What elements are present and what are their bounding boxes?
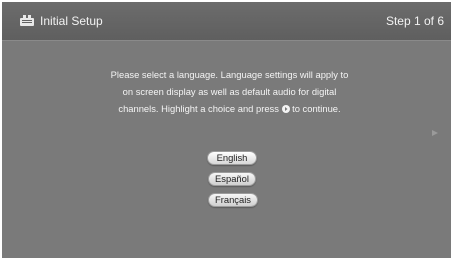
header-bar: Initial Setup Step 1 of 6: [2, 2, 451, 41]
instructions-line-1: Please select a language. Language setti…: [110, 69, 349, 80]
next-arrow-icon[interactable]: [431, 129, 439, 137]
instructions-line-3-start: channels. Highlight a choice and press: [118, 103, 279, 114]
language-option-english[interactable]: English: [207, 151, 257, 165]
language-option-francais[interactable]: Français: [208, 193, 258, 207]
step-indicator: Step 1 of 6: [385, 14, 444, 28]
language-option-espanol[interactable]: Español: [208, 172, 256, 186]
instructions-line-2: on screen display as well as default aud…: [122, 86, 337, 97]
instructions-line-3-end: to continue.: [292, 103, 341, 114]
setup-screen: Initial Setup Step 1 of 6 Please select …: [2, 2, 451, 258]
instructions-text: Please select a language. Language setti…: [92, 66, 367, 117]
enter-button-icon: [281, 105, 290, 113]
setup-icon: [20, 15, 34, 26]
page-title: Initial Setup: [40, 14, 103, 28]
instructions-line-3: channels. Highlight a choice and press t…: [92, 100, 367, 117]
